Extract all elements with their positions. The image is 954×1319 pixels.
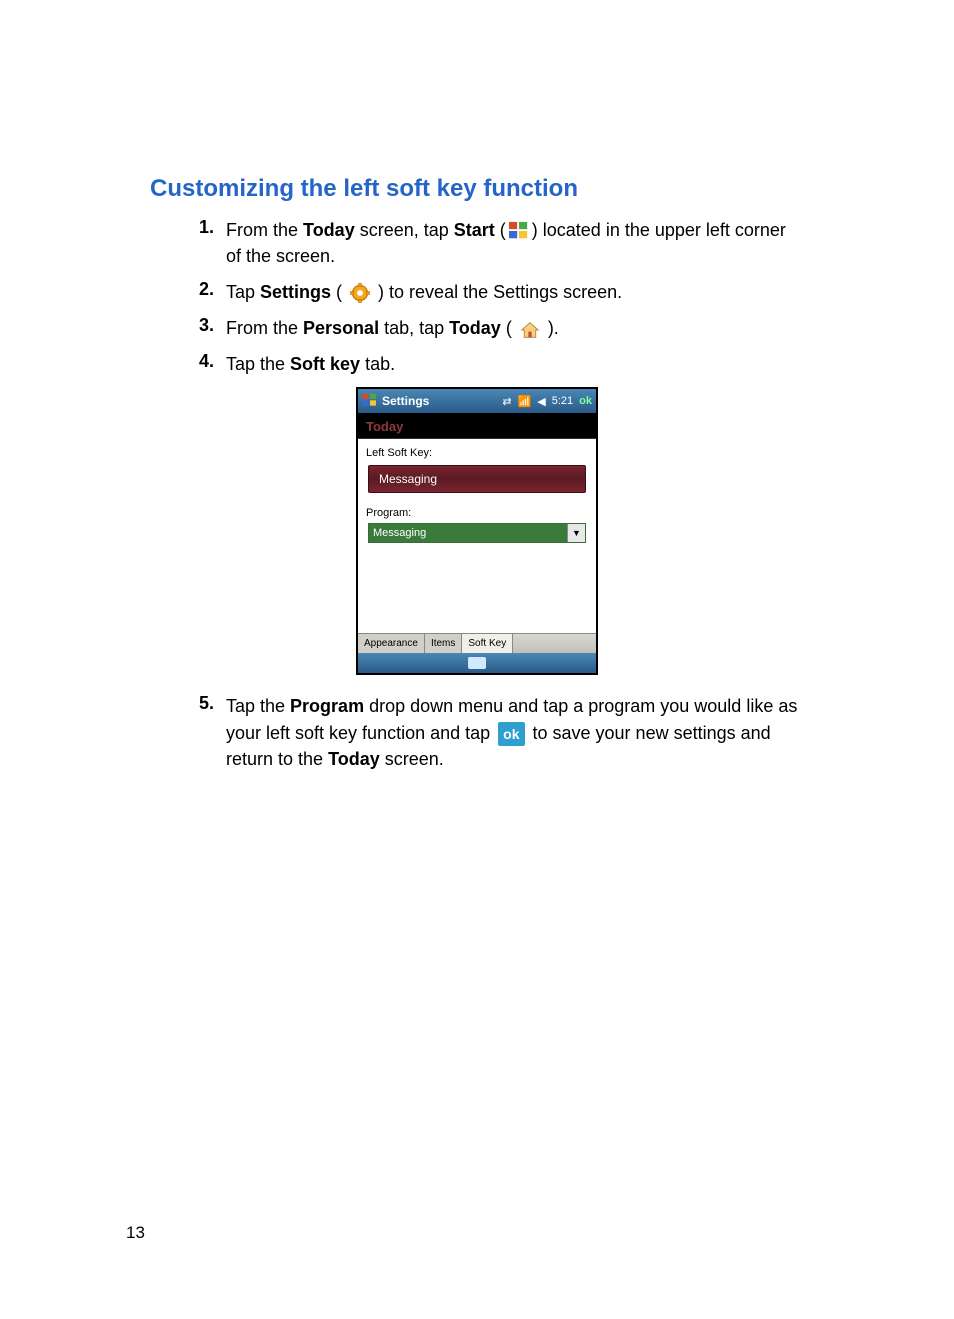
phone-title-bar: Settings ⇄ 📶 ◀ 5:21 ok — [358, 389, 596, 413]
step-number: 1. — [198, 217, 226, 269]
text: screen, tap — [355, 220, 454, 240]
text: ( — [331, 282, 347, 302]
bold-program: Program — [290, 696, 364, 716]
text: Tap the — [226, 354, 290, 374]
step-number: 2. — [198, 279, 226, 305]
bold-today: Today — [303, 220, 355, 240]
tab-softkey[interactable]: Soft Key — [462, 634, 513, 653]
bold-settings: Settings — [260, 282, 331, 302]
bold-today: Today — [328, 749, 380, 769]
text: ) to reveal the Settings screen. — [373, 282, 622, 302]
gear-icon — [349, 283, 371, 303]
text: Tap — [226, 282, 260, 302]
page-number: 13 — [126, 1223, 145, 1243]
step-text: Tap the Program drop down menu and tap a… — [226, 693, 804, 772]
phone-title: Settings — [382, 394, 502, 408]
text: tab, tap — [379, 318, 449, 338]
signal-icon: 📶 — [518, 395, 532, 408]
step-3: 3. From the Personal tab, tap Today ( ). — [150, 315, 804, 341]
step-number: 3. — [198, 315, 226, 341]
step-4: 4. Tap the Soft key tab. — [150, 351, 804, 377]
step-text: From the Today screen, tap Start () loca… — [226, 217, 804, 269]
bold-today: Today — [449, 318, 501, 338]
chevron-down-icon[interactable]: ▼ — [567, 524, 585, 542]
text: screen. — [380, 749, 444, 769]
step-text: Tap Settings ( ) to reveal the Settings … — [226, 279, 804, 305]
phone-tabs: Appearance Items Soft Key — [358, 633, 596, 653]
step-text: Tap the Soft key tab. — [226, 351, 804, 377]
ok-badge: ok — [498, 722, 524, 746]
step-number: 4. — [198, 351, 226, 377]
phone-bottom-bar — [358, 653, 596, 673]
phone-screenshot: Settings ⇄ 📶 ◀ 5:21 ok Today Left Soft K… — [356, 387, 598, 675]
step-2: 2. Tap Settings ( ) to reveal the Settin… — [150, 279, 804, 305]
phone-content: Left Soft Key: Messaging Program: Messag… — [358, 439, 596, 633]
text: From the — [226, 220, 303, 240]
messaging-button[interactable]: Messaging — [368, 465, 586, 493]
text: tab. — [360, 354, 395, 374]
text: Tap the — [226, 696, 290, 716]
text: ( — [501, 318, 517, 338]
step-5: 5. Tap the Program drop down menu and ta… — [150, 693, 804, 772]
bold-start: Start — [454, 220, 495, 240]
step-number: 5. — [198, 693, 226, 772]
program-label: Program: — [366, 507, 588, 519]
bold-softkey: Soft key — [290, 354, 360, 374]
keyboard-icon[interactable] — [468, 657, 486, 669]
dropdown-value: Messaging — [369, 524, 567, 542]
volume-icon: ◀ — [537, 395, 545, 408]
step-text: From the Personal tab, tap Today ( ). — [226, 315, 804, 341]
text: ). — [543, 318, 559, 338]
tab-items[interactable]: Items — [425, 634, 462, 653]
phone-status-icons: ⇄ 📶 ◀ 5:21 ok — [502, 395, 592, 408]
step-1: 1. From the Today screen, tap Start () l… — [150, 217, 804, 269]
text: ( — [495, 220, 506, 240]
start-flag-icon — [508, 221, 530, 241]
home-icon — [519, 320, 541, 340]
bold-personal: Personal — [303, 318, 379, 338]
connectivity-icon: ⇄ — [502, 395, 511, 408]
start-flag-icon — [362, 393, 378, 409]
section-heading: Customizing the left soft key function — [150, 175, 804, 203]
text: From the — [226, 318, 303, 338]
program-dropdown[interactable]: Messaging ▼ — [368, 523, 586, 543]
tab-appearance[interactable]: Appearance — [358, 634, 425, 653]
phone-time: 5:21 — [552, 395, 573, 407]
left-soft-key-label: Left Soft Key: — [366, 447, 588, 459]
phone-today-label: Today — [358, 413, 596, 439]
ok-button[interactable]: ok — [579, 395, 592, 407]
